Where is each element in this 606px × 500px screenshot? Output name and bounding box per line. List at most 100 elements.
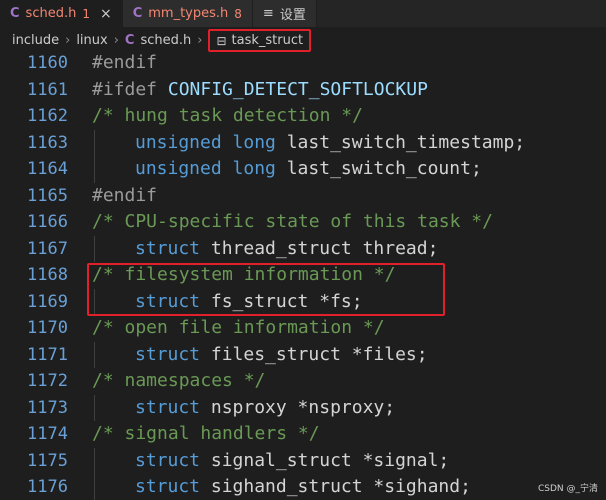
- tab-bar: C sched.h 1 × C mm_types.h 8 ≡ 设置: [0, 0, 606, 27]
- line-number: 1166: [27, 212, 68, 232]
- code-token: struct: [135, 476, 211, 497]
- tab-label: 设置: [279, 8, 306, 23]
- code-line[interactable]: 1167 struct thread_struct thread;: [0, 235, 606, 263]
- tab-mm-types-h[interactable]: C mm_types.h 8: [122, 0, 253, 27]
- code-token: #endif: [92, 54, 158, 73]
- code-token: /* hung task detection */: [92, 105, 363, 126]
- breadcrumb-item-include[interactable]: include: [12, 33, 59, 48]
- indent-guide: [94, 129, 95, 156]
- breadcrumb-item-linux[interactable]: linux: [76, 33, 107, 48]
- code-token: last_switch_count;: [286, 158, 482, 179]
- c-file-icon: C: [124, 33, 135, 48]
- code-token: struct: [135, 237, 211, 259]
- code-line[interactable]: 1175 struct signal_struct *signal;: [0, 447, 606, 475]
- code-token: nsproxy *nsproxy;: [210, 396, 396, 418]
- struct-icon: ⊟: [216, 33, 227, 48]
- code-token: struct: [135, 449, 211, 471]
- code-text: #endif: [92, 54, 157, 77]
- code-token: unsigned long: [135, 131, 287, 153]
- indent-guide: [94, 341, 95, 368]
- watermark: CSDN @_宁清: [537, 484, 598, 494]
- code-token: struct: [135, 343, 211, 365]
- code-token: unsigned long: [135, 158, 287, 179]
- code-token: files_struct *files;: [210, 343, 428, 365]
- code-line[interactable]: 1176 struct sighand_struct *sighand;: [0, 474, 606, 500]
- indent-guide: [94, 474, 95, 500]
- code-text: #endif: [92, 183, 157, 210]
- code-text: struct signal_struct *signal;: [135, 448, 449, 475]
- line-number: 1167: [27, 238, 68, 259]
- close-icon[interactable]: ×: [100, 6, 112, 22]
- code-text: /* hung task detection */: [92, 103, 363, 130]
- chevron-right-icon: ›: [197, 33, 203, 48]
- tab-settings[interactable]: ≡ 设置: [252, 0, 317, 27]
- line-number: 1172: [27, 371, 68, 391]
- line-number: 1170: [27, 318, 68, 338]
- code-token: struct: [135, 396, 211, 418]
- code-line[interactable]: 1164 unsigned long last_switch_count;: [0, 156, 606, 183]
- problem-count-badge: 1: [82, 6, 90, 21]
- code-token: /* signal handlers */: [92, 423, 320, 444]
- indent-guide: [94, 394, 95, 421]
- code-text: struct files_struct *files;: [135, 342, 428, 369]
- code-line[interactable]: 1165 #endif: [0, 183, 606, 210]
- line-number: 1165: [27, 185, 68, 206]
- code-line[interactable]: 1174 /* signal handlers */: [0, 421, 606, 448]
- line-number: 1174: [27, 424, 68, 444]
- code-token: thread_struct thread;: [210, 237, 439, 259]
- line-number: 1163: [27, 132, 68, 153]
- breadcrumb: include › linux › C sched.h › ⊟ task_str…: [0, 27, 606, 54]
- problem-count-badge: 8: [234, 6, 242, 21]
- code-text: /* open file information */: [92, 315, 385, 342]
- tab-label: mm_types.h: [148, 6, 229, 21]
- code-token: sighand_struct *sighand;: [210, 476, 471, 497]
- c-file-icon: C: [10, 6, 20, 21]
- code-line[interactable]: 1171 struct files_struct *files;: [0, 341, 606, 369]
- breadcrumb-label: task_struct: [231, 33, 304, 48]
- tab-sched-h[interactable]: C sched.h 1 ×: [0, 0, 123, 27]
- code-text: /* CPU-specific state of this task */: [92, 209, 493, 236]
- line-number: 1173: [27, 397, 68, 418]
- code-text: /* signal handlers */: [92, 421, 320, 448]
- code-token: #ifdef: [92, 78, 168, 100]
- code-token: last_switch_timestamp;: [286, 131, 526, 153]
- code-text: unsigned long last_switch_count;: [135, 156, 482, 183]
- code-line[interactable]: 1160 #endif: [0, 54, 606, 77]
- tab-label: sched.h: [25, 6, 77, 21]
- code-text: struct nsproxy *nsproxy;: [135, 395, 395, 422]
- chevron-right-icon: ›: [113, 33, 119, 48]
- code-token: /* open file information */: [92, 317, 385, 338]
- code-line[interactable]: 1173 struct nsproxy *nsproxy;: [0, 394, 606, 422]
- code-text: unsigned long last_switch_timestamp;: [135, 130, 525, 157]
- code-text: /* namespaces */: [92, 368, 265, 395]
- highlight-annotation-box: [87, 263, 445, 316]
- settings-icon: ≡: [262, 6, 274, 21]
- code-line[interactable]: 1162 /* hung task detection */: [0, 103, 606, 130]
- breadcrumb-item-sched-h[interactable]: sched.h: [140, 33, 191, 48]
- line-number: 1168: [27, 265, 68, 285]
- indent-guide: [94, 447, 95, 474]
- line-number: 1175: [27, 450, 68, 471]
- line-number: 1160: [27, 54, 68, 73]
- c-file-icon: C: [132, 6, 143, 21]
- code-text: struct sighand_struct *sighand;: [135, 474, 471, 500]
- line-number: 1162: [27, 106, 68, 126]
- code-token: #endif: [92, 184, 158, 206]
- line-number: 1164: [27, 159, 68, 179]
- code-line[interactable]: 1163 unsigned long last_switch_timestamp;: [0, 129, 606, 157]
- chevron-right-icon: ›: [65, 33, 71, 48]
- code-line[interactable]: 1172 /* namespaces */: [0, 368, 606, 395]
- code-token: /* namespaces */: [92, 370, 266, 391]
- code-text: #ifdef CONFIG_DETECT_SOFTLOCKUP: [92, 77, 428, 104]
- indent-guide: [94, 235, 95, 262]
- breadcrumb-item-task-struct[interactable]: ⊟ task_struct: [208, 29, 312, 52]
- code-token: CONFIG_DETECT_SOFTLOCKUP: [167, 78, 428, 100]
- code-line[interactable]: 1161 #ifdef CONFIG_DETECT_SOFTLOCKUP: [0, 77, 606, 104]
- line-number: 1176: [27, 477, 68, 497]
- code-line[interactable]: 1166 /* CPU-specific state of this task *…: [0, 209, 606, 236]
- code-text: struct thread_struct thread;: [135, 236, 438, 263]
- code-line[interactable]: 1170 /* open file information */: [0, 315, 606, 342]
- indent-guide: [94, 156, 95, 183]
- code-token: /* CPU-specific state of this task */: [92, 211, 493, 232]
- line-number: 1161: [27, 79, 68, 100]
